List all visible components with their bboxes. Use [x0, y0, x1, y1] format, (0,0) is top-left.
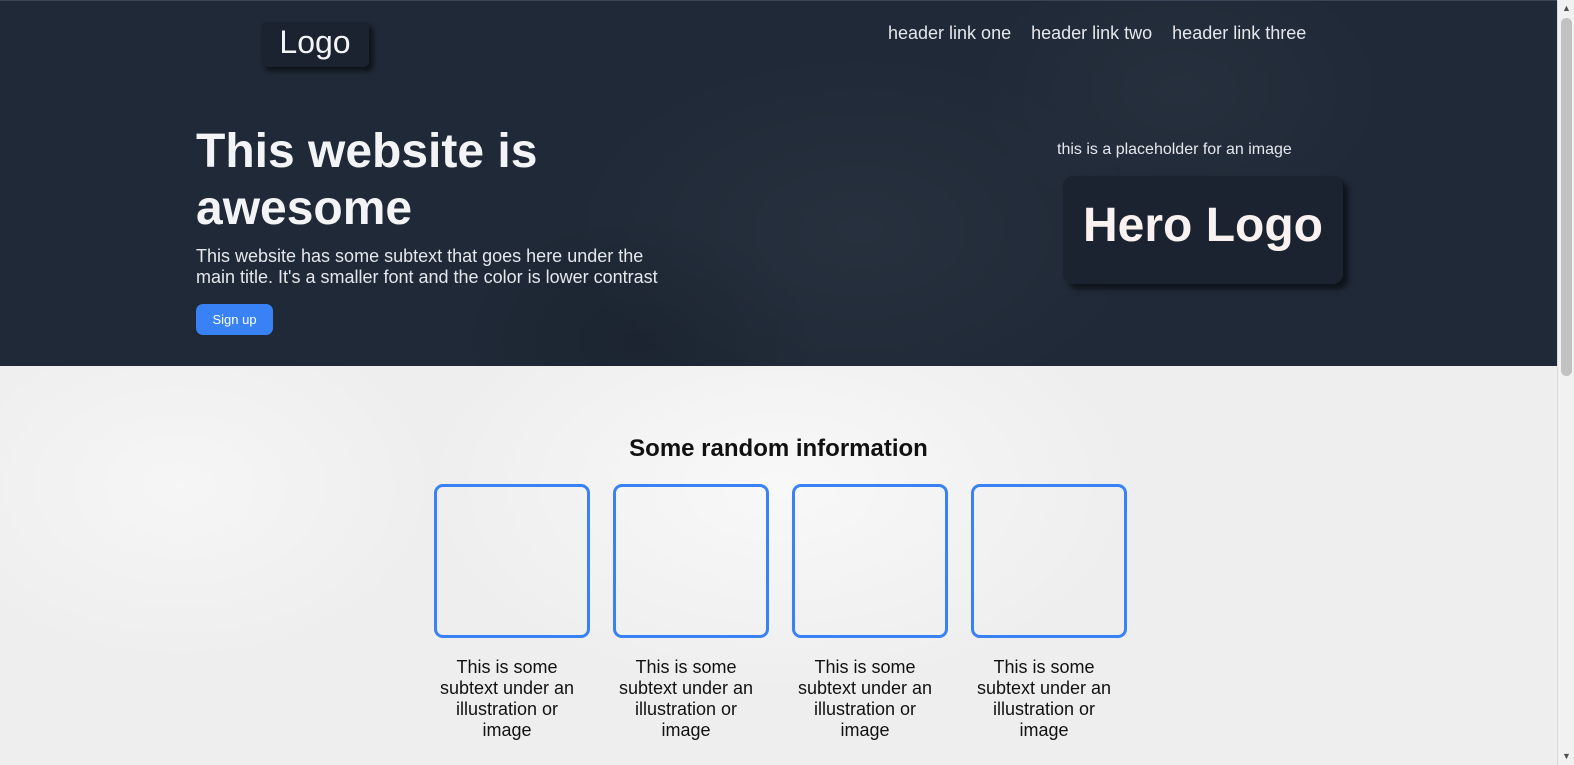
- card-image-placeholder: [434, 484, 590, 638]
- card-caption: This is some subtext under an illustrati…: [618, 657, 754, 740]
- info-section-title: Some random information: [629, 435, 928, 462]
- image-placeholder-caption: this is a placeholder for an image: [1057, 141, 1292, 158]
- hero-logo: Hero Logo: [1063, 176, 1343, 284]
- sign-up-button[interactable]: Sign up: [196, 304, 273, 335]
- card-image-placeholder: [613, 484, 769, 638]
- card-image-placeholder: [971, 484, 1127, 638]
- site-logo[interactable]: Logo: [261, 22, 369, 67]
- hero-subtitle: This website has some subtext that goes …: [196, 246, 658, 287]
- info-section: [0, 366, 1557, 765]
- card-image-placeholder: [792, 484, 948, 638]
- scroll-down-arrow-icon[interactable]: ▼: [1558, 748, 1574, 765]
- nav-link-one[interactable]: header link one: [888, 21, 1011, 45]
- card-caption: This is some subtext under an illustrati…: [976, 657, 1112, 740]
- header-nav: header link one header link two header l…: [888, 21, 1306, 45]
- card-caption: This is some subtext under an illustrati…: [797, 657, 933, 740]
- vertical-scrollbar[interactable]: ▲ ▼: [1557, 0, 1574, 765]
- scrollbar-thumb[interactable]: [1561, 18, 1572, 376]
- nav-link-two[interactable]: header link two: [1031, 21, 1152, 45]
- hero-title: This website is awesome: [196, 125, 538, 235]
- scroll-up-arrow-icon[interactable]: ▲: [1558, 0, 1574, 17]
- hero-section: Logo header link one header link two hea…: [0, 0, 1557, 366]
- nav-link-three[interactable]: header link three: [1172, 21, 1306, 45]
- card-caption: This is some subtext under an illustrati…: [439, 657, 575, 740]
